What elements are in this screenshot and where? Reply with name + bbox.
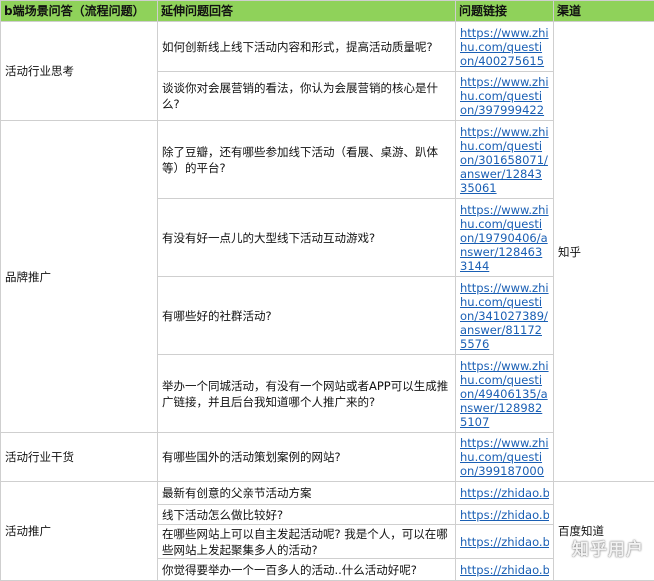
- category-cell[interactable]: 活动推广: [1, 482, 158, 581]
- question-cell[interactable]: 除了豆瓣，还有哪些参加线下活动（看展、桌游、趴体等）的平台?: [158, 121, 456, 199]
- header-extended-answer[interactable]: 延伸问题回答: [158, 1, 456, 22]
- link-cell[interactable]: https://www.zhihu.com/question/400275615: [456, 22, 554, 72]
- table-row: 活动推广 最新有创意的父亲节活动方案 https://zhidao.ba 百度知…: [1, 482, 654, 505]
- link-cell[interactable]: https://www.zhihu.com/question/397999422: [456, 72, 554, 121]
- question-link[interactable]: https://www.zhihu.com/question/400275615: [460, 26, 549, 68]
- channel-cell[interactable]: 百度知道: [554, 482, 654, 581]
- header-scenario[interactable]: b端场景问答（流程问题）: [1, 1, 158, 22]
- question-link[interactable]: https://www.zhihu.com/question/49406135/…: [460, 359, 549, 429]
- category-cell[interactable]: 活动行业干货: [1, 433, 158, 482]
- link-cell[interactable]: https://www.zhihu.com/question/19790406/…: [456, 199, 554, 277]
- question-link[interactable]: https://zhidao.ba: [460, 563, 549, 577]
- link-cell[interactable]: https://zhidao.ba: [456, 559, 554, 581]
- link-cell[interactable]: https://zhidao.ba: [456, 482, 554, 505]
- question-cell[interactable]: 有哪些国外的活动策划案例的网站?: [158, 433, 456, 482]
- question-link[interactable]: https://zhidao.ba: [460, 486, 549, 500]
- question-cell[interactable]: 最新有创意的父亲节活动方案: [158, 482, 456, 505]
- link-cell[interactable]: https://zhidao.ba: [456, 525, 554, 559]
- question-cell[interactable]: 在哪些网站上可以自主发起活动呢? 我是个人，可以在哪些网站上发起聚集多人的活动?: [158, 525, 456, 559]
- question-link[interactable]: https://www.zhihu.com/question/399187000: [460, 436, 549, 478]
- question-link[interactable]: https://zhidao.ba: [460, 508, 549, 522]
- question-cell[interactable]: 谈谈你对会展营销的看法，你认为会展营销的核心是什么?: [158, 72, 456, 121]
- table-row: 活动行业思考 如何创新线上线下活动内容和形式，提高活动质量呢? https://…: [1, 22, 654, 72]
- question-cell[interactable]: 有没有好一点儿的大型线下活动互动游戏?: [158, 199, 456, 277]
- question-cell[interactable]: 你觉得要举办一个一百多人的活动..什么活动好呢?: [158, 559, 456, 581]
- question-cell[interactable]: 线下活动怎么做比较好?: [158, 505, 456, 525]
- category-cell[interactable]: 品牌推广: [1, 121, 158, 433]
- question-cell[interactable]: 有哪些好的社群活动?: [158, 277, 456, 355]
- link-cell[interactable]: https://www.zhihu.com/question/49406135/…: [456, 355, 554, 433]
- question-cell[interactable]: 如何创新线上线下活动内容和形式，提高活动质量呢?: [158, 22, 456, 72]
- channel-cell[interactable]: 知乎: [554, 22, 654, 482]
- link-cell[interactable]: https://www.zhihu.com/question/399187000: [456, 433, 554, 482]
- question-link[interactable]: https://www.zhihu.com/question/301658071…: [460, 125, 549, 195]
- link-cell[interactable]: https://zhidao.ba: [456, 505, 554, 525]
- header-question-link[interactable]: 问题链接: [456, 1, 554, 22]
- header-row: b端场景问答（流程问题） 延伸问题回答 问题链接 渠道: [1, 1, 654, 22]
- question-link[interactable]: https://www.zhihu.com/question/19790406/…: [460, 203, 549, 273]
- zhihu-watermark: 知乎用户: [572, 535, 644, 560]
- category-cell[interactable]: 活动行业思考: [1, 22, 158, 121]
- question-cell[interactable]: 举办一个同城活动，有没有一个网站或者APP可以生成推广链接，并且后台我知道哪个人…: [158, 355, 456, 433]
- header-channel[interactable]: 渠道: [554, 1, 654, 22]
- spreadsheet-table: b端场景问答（流程问题） 延伸问题回答 问题链接 渠道 活动行业思考 如何创新线…: [0, 0, 654, 581]
- question-link[interactable]: https://www.zhihu.com/question/341027389…: [460, 281, 549, 351]
- link-cell[interactable]: https://www.zhihu.com/question/301658071…: [456, 121, 554, 199]
- link-cell[interactable]: https://www.zhihu.com/question/341027389…: [456, 277, 554, 355]
- question-link[interactable]: https://www.zhihu.com/question/397999422: [460, 75, 549, 117]
- question-link[interactable]: https://zhidao.ba: [460, 535, 549, 549]
